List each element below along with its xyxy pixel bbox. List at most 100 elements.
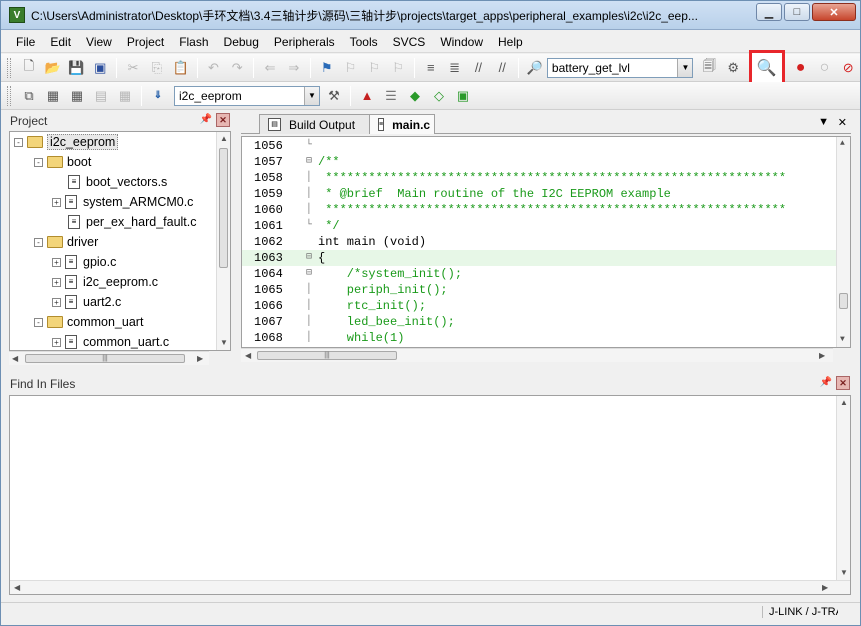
code-line[interactable]: 1061 └ */	[242, 218, 836, 234]
code-line[interactable]: 1060 │ **********************************…	[242, 202, 836, 218]
close-icon[interactable]: ✕	[836, 376, 850, 390]
maximize-button[interactable]: □	[784, 3, 810, 21]
insert-breakpoint-icon[interactable]: ●	[791, 58, 811, 78]
tree-item-file[interactable]: ≡ per_ex_hard_fault.c	[68, 212, 197, 232]
menu-flash[interactable]: Flash	[172, 32, 216, 52]
unindent-icon[interactable]: ≣	[445, 58, 465, 78]
scroll-down-icon[interactable]: ▼	[840, 335, 845, 344]
collapse-icon[interactable]: -	[34, 317, 43, 327]
find-results-area[interactable]: ▲ ▼ ◀ ▶	[9, 395, 851, 595]
copy-icon[interactable]: ⎘	[147, 58, 167, 78]
incremental-find-icon[interactable]: ⚙	[723, 58, 743, 78]
fold-collapse-icon[interactable]: ⊟	[306, 250, 316, 266]
scroll-left-icon[interactable]: ◀	[14, 583, 20, 592]
pin-icon[interactable]: 📌	[820, 377, 832, 388]
start-stop-debug-session-button[interactable]: 🔍	[749, 49, 785, 86]
kill-breakpoints-icon[interactable]: ⊘	[838, 58, 858, 78]
code-line[interactable]: 1066 │ rtc_init();	[242, 298, 836, 314]
collapse-icon[interactable]: -	[34, 237, 43, 247]
expand-icon[interactable]: +	[52, 337, 61, 347]
menu-view[interactable]: View	[79, 32, 120, 52]
scroll-up-icon[interactable]: ▲	[840, 398, 848, 407]
menu-debug[interactable]: Debug	[217, 32, 267, 52]
close-icon[interactable]: ✕	[216, 113, 230, 127]
code-line[interactable]: 1059 │ * @brief Main routine of the I2C E…	[242, 186, 836, 202]
batch-build-icon[interactable]: ▤	[91, 86, 111, 106]
tab-main-c[interactable]: ≡ main.c	[369, 114, 435, 134]
build-icon[interactable]: ▦	[43, 86, 63, 106]
find-icon[interactable]: 🗐	[699, 58, 719, 78]
title-bar[interactable]: V C:\Users\Administrator\Desktop\手环文档\3.…	[1, 1, 860, 30]
scroll-down-icon[interactable]: ▼	[840, 568, 848, 577]
toolbar-grip[interactable]	[7, 85, 11, 106]
tree-item-file[interactable]: + ≡ common_uart.c	[52, 332, 169, 350]
minimize-button[interactable]: ▁	[756, 3, 782, 21]
close-tab-icon[interactable]: ✕	[838, 116, 847, 129]
menu-project[interactable]: Project	[120, 32, 172, 52]
project-tree[interactable]: - i2c_eeprom - boot ≡ boot_vectors.s + ≡…	[9, 131, 231, 351]
scroll-up-icon[interactable]: ▲	[220, 134, 228, 143]
paste-icon[interactable]: 📋	[171, 58, 191, 78]
cut-icon[interactable]: ✂	[123, 58, 143, 78]
rebuild-icon[interactable]: ▦	[67, 86, 87, 106]
tree-item-file[interactable]: ≡ boot_vectors.s	[68, 172, 167, 192]
code-line[interactable]: 1067 │ led_bee_init();	[242, 314, 836, 330]
fold-collapse-icon[interactable]: ⊟	[306, 154, 316, 170]
scroll-right-icon[interactable]: ▶	[819, 351, 825, 360]
toolbar-grip[interactable]	[7, 57, 11, 78]
target-options-icon[interactable]: ⚒	[324, 86, 344, 106]
tree-item-folder[interactable]: - common_uart	[34, 312, 143, 332]
target-combo[interactable]: i2c_eeprom ▼	[174, 85, 320, 106]
bookmark-icon[interactable]: ⚑	[317, 58, 337, 78]
code-line[interactable]: 1064 ⊟ /*system_init();	[242, 266, 836, 282]
code-line[interactable]: 1065 │ periph_init();	[242, 282, 836, 298]
chevron-down-icon[interactable]: ▼	[677, 58, 693, 77]
tree-item-file[interactable]: + ≡ i2c_eeprom.c	[52, 272, 158, 292]
rte-icon[interactable]: ▣	[453, 86, 473, 106]
scroll-thumb[interactable]	[219, 148, 228, 268]
scroll-thumb[interactable]: |||	[25, 354, 185, 363]
scroll-thumb[interactable]	[839, 293, 848, 309]
scroll-left-icon[interactable]: ◀	[12, 354, 18, 363]
editor-vertical-scrollbar[interactable]: ▲ ▼	[836, 137, 850, 347]
fold-collapse-icon[interactable]: ⊟	[306, 266, 316, 282]
prev-bookmark-icon[interactable]: ⚐	[341, 58, 361, 78]
code-line[interactable]: 1062 int main (void)	[242, 234, 836, 250]
open-file-icon[interactable]: 📂	[43, 58, 63, 78]
download-load-icon[interactable]: ⇓	[148, 86, 168, 106]
pack-installer-icon[interactable]: ◇	[429, 86, 449, 106]
find-combo[interactable]: battery_get_lvl ▼	[546, 57, 694, 78]
collapse-icon[interactable]: -	[34, 157, 43, 167]
menu-edit[interactable]: Edit	[43, 32, 79, 52]
save-all-icon[interactable]: ▣	[90, 58, 110, 78]
code-line[interactable]: 1063 ⊟{	[242, 250, 836, 266]
expand-icon[interactable]: +	[52, 277, 61, 287]
scroll-thumb[interactable]: |||	[257, 351, 397, 360]
uncomment-icon[interactable]: //	[492, 58, 512, 78]
disable-breakpoint-icon[interactable]: ○	[815, 58, 835, 78]
tree-item-root[interactable]: - i2c_eeprom	[14, 132, 119, 152]
select-packs-icon[interactable]: ◆	[405, 86, 425, 106]
indent-icon[interactable]: ≡	[421, 58, 441, 78]
menu-svcs[interactable]: SVCS	[386, 32, 434, 52]
find-horizontal-scrollbar[interactable]: ◀ ▶	[10, 580, 850, 594]
menu-help[interactable]: Help	[491, 32, 531, 52]
menu-file[interactable]: File	[9, 32, 43, 52]
tab-build-output[interactable]: ▤ Build Output	[259, 114, 371, 134]
code-line[interactable]: 1058 │ **********************************…	[242, 170, 836, 186]
scroll-left-icon[interactable]: ◀	[245, 351, 251, 360]
scroll-up-icon[interactable]: ▲	[840, 139, 845, 148]
tab-list-icon[interactable]: ▼	[818, 116, 829, 128]
comment-icon[interactable]: //	[469, 58, 489, 78]
expand-icon[interactable]: +	[52, 257, 61, 267]
scroll-right-icon[interactable]: ▶	[197, 354, 203, 363]
save-icon[interactable]: 💾	[67, 58, 87, 78]
collapse-icon[interactable]: -	[14, 137, 23, 147]
menu-tools[interactable]: Tools	[343, 32, 386, 52]
stop-build-icon[interactable]: ▦	[115, 86, 135, 106]
editor-horizontal-scrollbar[interactable]: ◀ ||| ▶	[241, 348, 833, 362]
find-vertical-scrollbar[interactable]: ▲ ▼	[836, 396, 850, 580]
tree-item-file[interactable]: + ≡ gpio.c	[52, 252, 116, 272]
navigate-forward-icon[interactable]: ⇒	[284, 58, 304, 78]
expand-icon[interactable]: +	[52, 197, 61, 207]
